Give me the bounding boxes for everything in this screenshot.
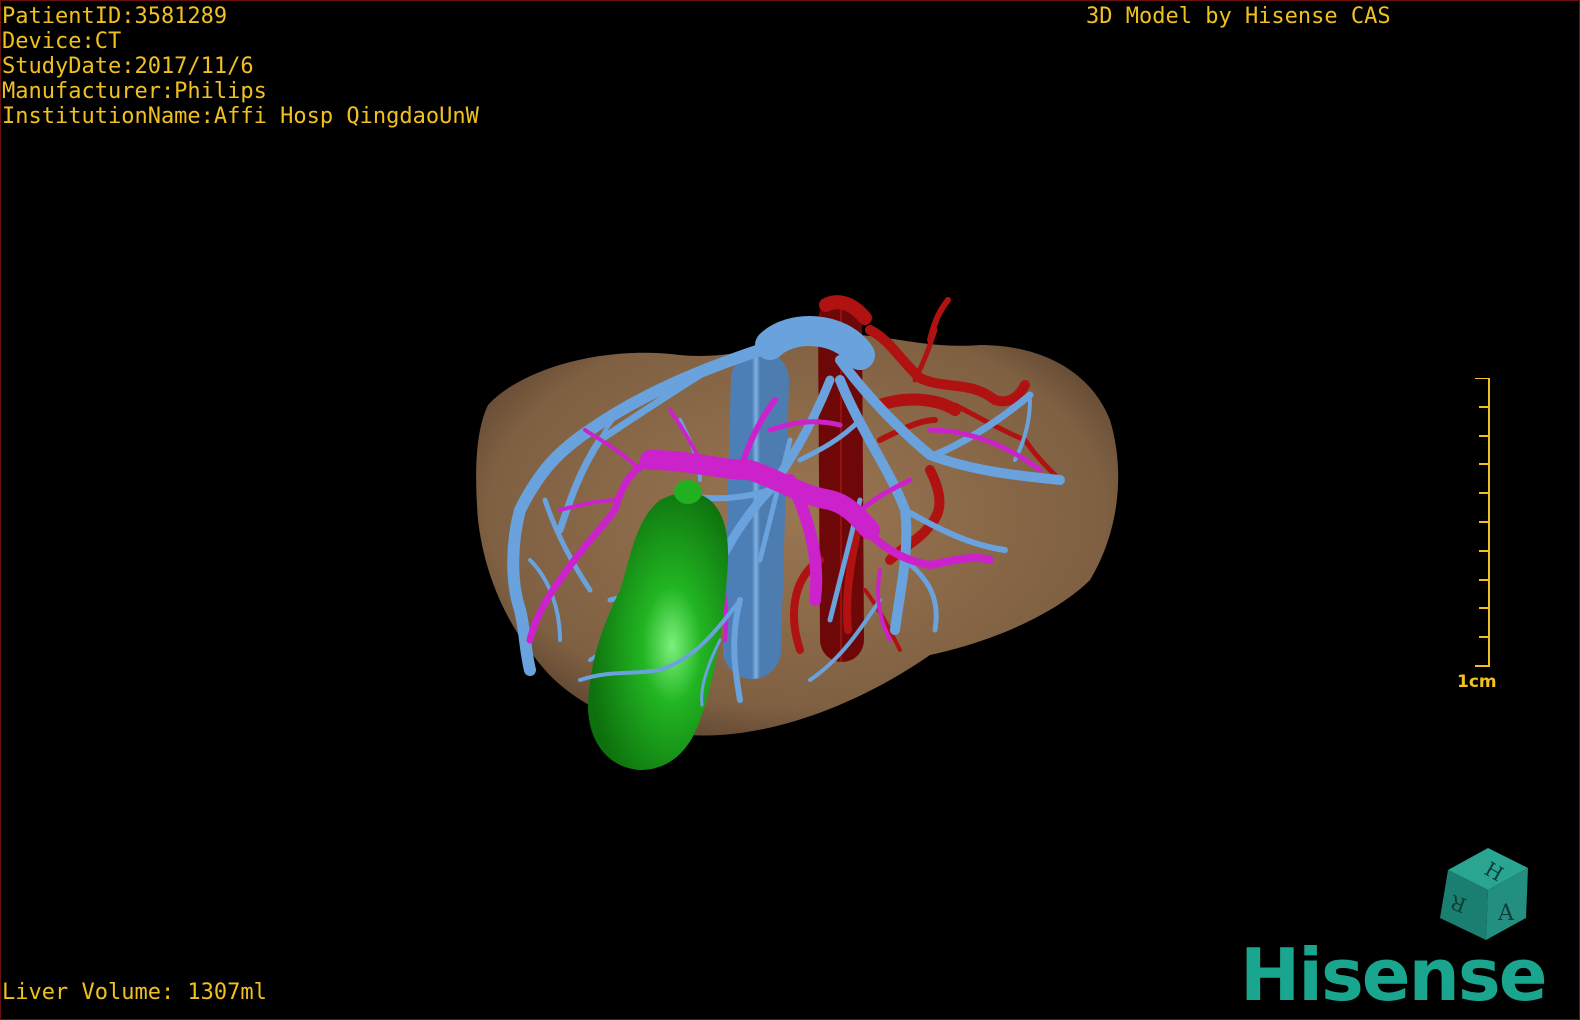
scale-label: 1cm <box>1457 672 1497 692</box>
patient-id-text: PatientID:3581289 <box>2 4 228 29</box>
manufacturer-text: Manufacturer:Philips <box>2 79 267 104</box>
gallbladder-neck <box>674 480 702 504</box>
study-date-text: StudyDate:2017/11/6 <box>2 54 254 79</box>
model-title: 3D Model by Hisense CAS <box>1086 4 1391 29</box>
3d-model-viewport[interactable] <box>0 0 1580 1020</box>
device-text: Device:CT <box>2 29 122 54</box>
patient-info-panel: PatientID:3581289 Device:CT StudyDate:2017… <box>2 4 479 129</box>
scale-bar <box>1475 378 1490 667</box>
institution-text: InstitutionName:Affi Hosp QingdaoUnW <box>2 104 479 129</box>
hisense-logo: Hisense <box>1240 933 1548 1017</box>
cube-label-a: A <box>1497 901 1515 926</box>
liver-volume-text: Liver Volume: 1307ml <box>2 980 267 1005</box>
